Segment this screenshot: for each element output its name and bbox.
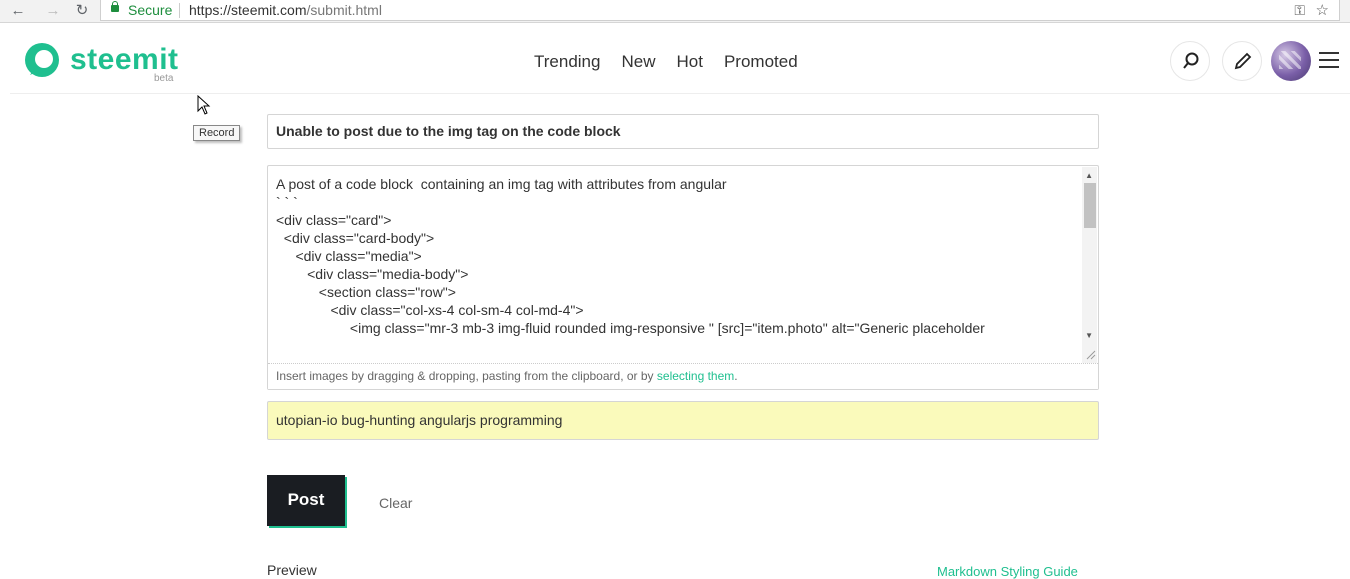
record-tooltip: Record xyxy=(193,125,241,141)
hamburger-menu-icon[interactable] xyxy=(1319,52,1339,68)
write-button[interactable] xyxy=(1222,41,1262,81)
editor-line: <section class="row"> xyxy=(276,284,456,300)
editor-line: <div class="media-body"> xyxy=(276,266,469,282)
reload-icon[interactable]: ↻ xyxy=(73,2,91,20)
editor-line: A post of a code block containing an img… xyxy=(276,176,727,192)
editor-line: <div class="card"> xyxy=(276,212,392,228)
url-divider xyxy=(179,3,180,18)
secure-label: Secure xyxy=(128,2,173,18)
body-editor[interactable]: A post of a code block containing an img… xyxy=(267,165,1099,390)
steemit-logo-icon[interactable] xyxy=(24,42,60,78)
scroll-down-icon[interactable]: ▼ xyxy=(1085,331,1093,340)
back-arrow-icon[interactable]: ← xyxy=(9,2,27,20)
browser-toolbar: ← → ↻ Secure https://steemit.com/submit.… xyxy=(0,0,1350,23)
editor-line: ` ` ` xyxy=(276,194,298,210)
avatar[interactable] xyxy=(1271,41,1311,81)
tags-input[interactable]: utopian-io bug-hunting angularjs program… xyxy=(267,401,1099,440)
search-icon xyxy=(1183,52,1199,69)
nav-hot[interactable]: Hot xyxy=(676,52,702,71)
star-icon[interactable]: ☆ xyxy=(1316,1,1329,19)
nav-promoted[interactable]: Promoted xyxy=(724,52,798,71)
top-nav: Trending New Hot Promoted xyxy=(534,52,819,72)
nav-trending[interactable]: Trending xyxy=(534,52,600,71)
footer-text: Insert images by dragging & dropping, pa… xyxy=(276,369,657,383)
editor-footer: Insert images by dragging & dropping, pa… xyxy=(268,363,1098,389)
post-button[interactable]: Post xyxy=(267,475,345,526)
beta-label: beta xyxy=(154,73,174,84)
markdown-guide-link[interactable]: Markdown Styling Guide xyxy=(937,564,1078,579)
mouse-cursor-icon xyxy=(197,95,211,115)
clear-button[interactable]: Clear xyxy=(379,495,412,511)
editor-line: <div class="card-body"> xyxy=(276,230,435,246)
scroll-thumb[interactable] xyxy=(1084,183,1096,228)
search-button[interactable] xyxy=(1170,41,1210,81)
preview-label: Preview xyxy=(267,562,317,578)
editor-line: <img class="mr-3 mb-3 img-fluid rounded … xyxy=(276,320,985,336)
url-path: /submit.html xyxy=(306,2,382,18)
lock-icon xyxy=(111,1,119,12)
pencil-icon xyxy=(1234,52,1252,70)
editor-line: <div class="col-xs-4 col-sm-4 col-md-4"> xyxy=(276,302,584,318)
forward-arrow-icon[interactable]: → xyxy=(44,2,62,20)
select-images-link[interactable]: selecting them xyxy=(657,369,734,383)
scroll-up-icon[interactable]: ▲ xyxy=(1085,171,1093,180)
resize-handle-icon[interactable] xyxy=(1084,348,1096,360)
title-input[interactable]: Unable to post due to the img tag on the… xyxy=(267,114,1099,149)
editor-line: <div class="media"> xyxy=(276,248,422,264)
editor-text[interactable]: A post of a code block containing an img… xyxy=(276,175,1076,362)
site-header: steemit beta Trending New Hot Promoted xyxy=(10,30,1350,94)
footer-end: . xyxy=(734,369,738,383)
nav-new[interactable]: New xyxy=(621,52,655,71)
address-bar[interactable]: Secure https://steemit.com/submit.html ⚿… xyxy=(100,0,1340,21)
url-text: https://steemit.com/submit.html xyxy=(189,2,382,18)
url-host: https://steemit.com xyxy=(189,2,307,18)
key-icon[interactable]: ⚿ xyxy=(1294,2,1305,19)
logo-text[interactable]: steemit xyxy=(70,43,179,77)
